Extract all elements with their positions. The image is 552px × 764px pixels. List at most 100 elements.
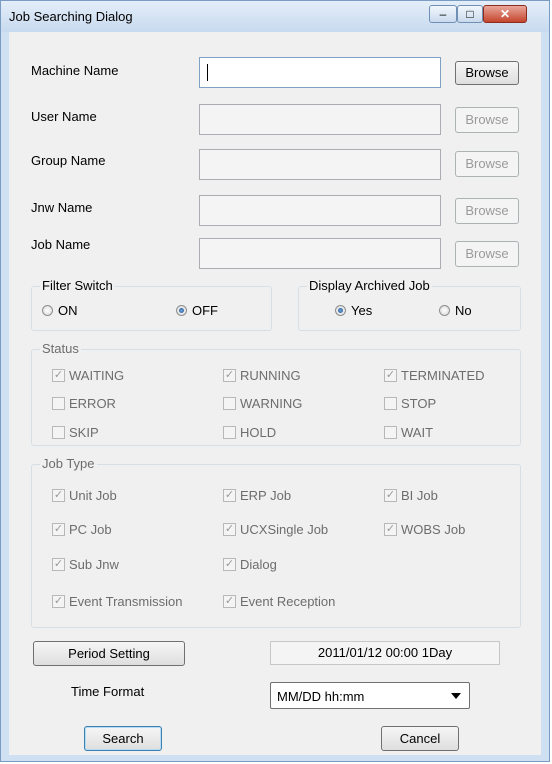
- group-name-label: Group Name: [31, 153, 106, 168]
- dialog-body: Machine Name Browse User Name Browse Gro…: [9, 32, 541, 755]
- group-name-input[interactable]: [199, 149, 441, 180]
- jobtype-bi-checkbox[interactable]: ✓ BI Job: [384, 488, 438, 503]
- checkbox-icon: ✓: [52, 558, 65, 571]
- jobtype-pc-checkbox[interactable]: ✓ PC Job: [52, 522, 112, 537]
- display-archived-title: Display Archived Job: [307, 278, 432, 293]
- checkbox-icon: ✓: [223, 558, 236, 571]
- jnw-name-input[interactable]: [199, 195, 441, 226]
- status-error-checkbox[interactable]: ERROR: [52, 396, 116, 411]
- jobtype-event-reception-checkbox[interactable]: ✓ Event Reception: [223, 594, 335, 609]
- display-archived-group: Display Archived Job Yes No: [298, 278, 521, 331]
- radio-selected-icon: [176, 305, 187, 316]
- close-button[interactable]: ✕: [483, 5, 527, 23]
- cancel-button[interactable]: Cancel: [381, 726, 459, 751]
- job-name-label: Job Name: [31, 237, 91, 252]
- archived-yes-label: Yes: [351, 303, 373, 318]
- jobtype-subjnw-label: Sub Jnw: [69, 557, 119, 572]
- status-wait-checkbox[interactable]: WAIT: [384, 425, 433, 440]
- window-title: Job Searching Dialog: [9, 9, 133, 24]
- job-name-input[interactable]: [199, 238, 441, 269]
- checkbox-icon: [384, 426, 397, 439]
- status-warning-label: WARNING: [240, 396, 303, 411]
- checkbox-icon: [223, 426, 236, 439]
- checkbox-icon: ✓: [52, 489, 65, 502]
- machine-name-input[interactable]: [199, 57, 441, 88]
- filter-on-label: ON: [58, 303, 78, 318]
- status-warning-checkbox[interactable]: WARNING: [223, 396, 302, 411]
- maximize-icon: □: [466, 7, 474, 21]
- time-format-value: MM/DD hh:mm: [277, 689, 365, 704]
- status-skip-checkbox[interactable]: SKIP: [52, 425, 99, 440]
- status-waiting-label: WAITING: [69, 368, 125, 383]
- jobtype-unit-label: Unit Job: [69, 488, 117, 503]
- search-button[interactable]: Search: [84, 726, 162, 751]
- jobtype-erp-checkbox[interactable]: ✓ ERP Job: [223, 488, 291, 503]
- jobtype-erp-label: ERP Job: [240, 488, 292, 503]
- status-hold-checkbox[interactable]: HOLD: [223, 425, 276, 440]
- user-name-input[interactable]: [199, 104, 441, 135]
- jobtype-unit-checkbox[interactable]: ✓ Unit Job: [52, 488, 117, 503]
- job-browse-button[interactable]: Browse: [455, 241, 519, 267]
- dialog-window: Job Searching Dialog – □ ✕ Machine Name …: [0, 0, 550, 762]
- jnw-name-label: Jnw Name: [31, 200, 93, 215]
- user-name-label: User Name: [31, 109, 97, 124]
- dropdown-arrow-icon: [451, 693, 461, 699]
- minimize-button[interactable]: –: [429, 5, 457, 23]
- jobtype-ucxsingle-checkbox[interactable]: ✓ UCXSingle Job: [223, 522, 328, 537]
- period-value-display: 2011/01/12 00:00 1Day: [270, 641, 500, 665]
- machine-browse-button[interactable]: Browse: [455, 61, 519, 85]
- filter-switch-title: Filter Switch: [40, 278, 115, 293]
- archived-no-label: No: [455, 303, 472, 318]
- checkbox-icon: [223, 397, 236, 410]
- jobtype-ucxsingle-label: UCXSingle Job: [240, 522, 329, 537]
- jobtype-event-reception-label: Event Reception: [240, 594, 336, 609]
- status-stop-checkbox[interactable]: STOP: [384, 396, 436, 411]
- jobtype-wobs-checkbox[interactable]: ✓ WOBS Job: [384, 522, 465, 537]
- checkbox-icon: [52, 426, 65, 439]
- filter-off-label: OFF: [192, 303, 218, 318]
- minimize-icon: –: [439, 7, 447, 21]
- checkbox-icon: ✓: [223, 523, 236, 536]
- status-terminated-checkbox[interactable]: ✓ TERMINATED: [384, 368, 485, 383]
- checkbox-icon: ✓: [223, 369, 236, 382]
- jobtype-subjnw-checkbox[interactable]: ✓ Sub Jnw: [52, 557, 119, 572]
- archived-yes-radio[interactable]: Yes: [335, 303, 372, 318]
- checkbox-icon: ✓: [384, 369, 397, 382]
- filter-off-radio[interactable]: OFF: [176, 303, 218, 318]
- status-hold-label: HOLD: [240, 425, 277, 440]
- status-waiting-checkbox[interactable]: ✓ WAITING: [52, 368, 124, 383]
- title-bar[interactable]: Job Searching Dialog – □ ✕: [1, 1, 549, 32]
- radio-off-icon: [42, 305, 53, 316]
- status-stop-label: STOP: [401, 396, 437, 411]
- maximize-button[interactable]: □: [457, 5, 483, 23]
- jnw-browse-button[interactable]: Browse: [455, 198, 519, 224]
- status-title: Status: [40, 341, 81, 356]
- filter-switch-group: Filter Switch ON OFF: [31, 278, 272, 331]
- status-group: Status ✓ WAITING ✓ RUNNING ✓ TERMINATED ERR…: [31, 341, 521, 446]
- job-type-group: Job Type ✓ Unit Job ✓ ERP Job ✓ BI Job ✓ PC …: [31, 456, 521, 628]
- text-caret: [207, 64, 208, 81]
- checkbox-icon: [52, 397, 65, 410]
- checkbox-icon: ✓: [384, 523, 397, 536]
- job-type-title: Job Type: [40, 456, 97, 471]
- checkbox-icon: [384, 397, 397, 410]
- archived-no-radio[interactable]: No: [439, 303, 472, 318]
- checkbox-icon: ✓: [384, 489, 397, 502]
- user-browse-button[interactable]: Browse: [455, 107, 519, 133]
- status-running-label: RUNNING: [240, 368, 301, 383]
- status-skip-label: SKIP: [69, 425, 99, 440]
- jobtype-event-transmission-checkbox[interactable]: ✓ Event Transmission: [52, 594, 182, 609]
- checkbox-icon: ✓: [223, 595, 236, 608]
- time-format-select[interactable]: MM/DD hh:mm: [270, 682, 470, 709]
- group-browse-button[interactable]: Browse: [455, 151, 519, 177]
- checkbox-icon: ✓: [52, 523, 65, 536]
- checkbox-icon: ✓: [223, 489, 236, 502]
- checkbox-icon: ✓: [52, 595, 65, 608]
- radio-off-icon: [439, 305, 450, 316]
- jobtype-dialog-checkbox[interactable]: ✓ Dialog: [223, 557, 277, 572]
- status-wait-label: WAIT: [401, 425, 434, 440]
- status-running-checkbox[interactable]: ✓ RUNNING: [223, 368, 301, 383]
- filter-on-radio[interactable]: ON: [42, 303, 78, 318]
- close-icon: ✕: [499, 7, 511, 21]
- period-setting-button[interactable]: Period Setting: [33, 641, 185, 666]
